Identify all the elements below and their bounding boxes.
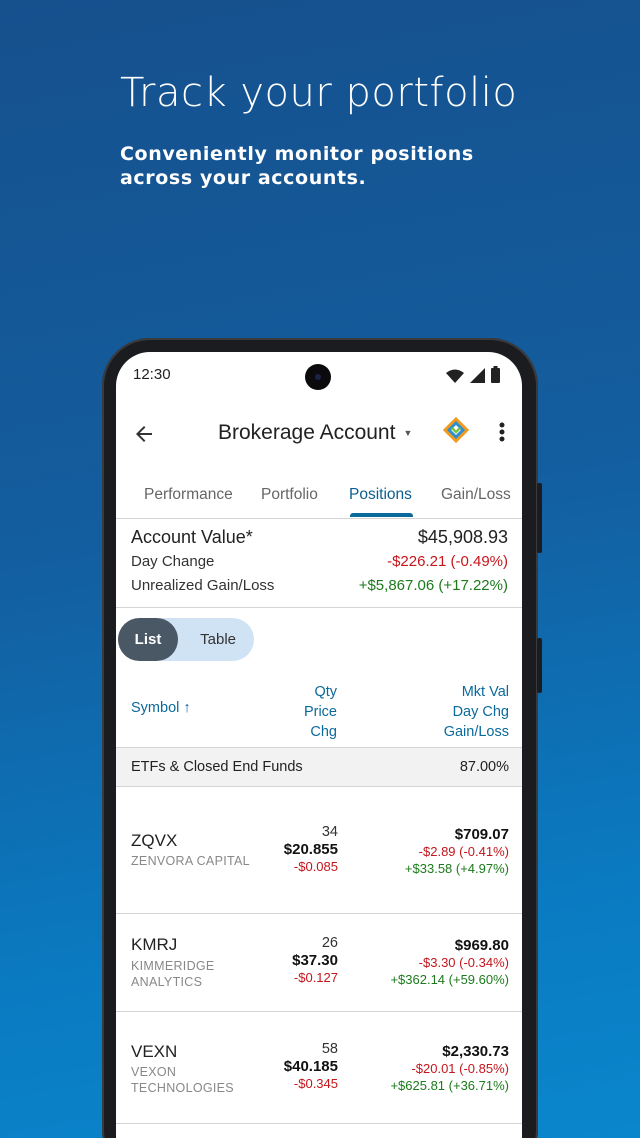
position-market-value: $2,330.73 — [442, 1043, 509, 1060]
group-name: ETFs & Closed End Funds — [131, 759, 303, 775]
position-name: VEXON TECHNOLOGIES — [131, 1064, 234, 1096]
account-value: $45,908.93 — [417, 527, 508, 547]
position-symbol: KMRJ — [131, 935, 178, 954]
day-change-value: -$226.21 (-0.49%) — [387, 553, 508, 570]
unrealized-gain-value: +$5,867.06 (+17.22%) — [358, 577, 508, 594]
position-qty: 58 — [321, 1041, 338, 1057]
gain-loss-header: Gain/Loss — [443, 724, 509, 740]
promo-subhead: Conveniently monitor positions across yo… — [120, 143, 474, 189]
status-bar: 12:30 — [116, 352, 522, 398]
position-name-line: ANALYTICS — [131, 975, 203, 989]
tab-performance[interactable]: Performance — [144, 486, 233, 504]
day-change-label: Day Change — [131, 553, 215, 570]
value-column-header[interactable]: Mkt Val Day Chg Gain/Loss — [444, 682, 509, 742]
position-price-change: -$0.345 — [293, 1076, 338, 1091]
position-price: $40.185 — [283, 1058, 338, 1075]
chg-header: Chg — [310, 724, 337, 740]
account-title: Brokerage Account — [218, 421, 396, 444]
status-icons — [446, 366, 500, 383]
front-camera — [305, 364, 331, 390]
group-weight: 87.00% — [459, 759, 509, 775]
signal-icon — [470, 368, 485, 383]
position-name: ZENVORA CAPITAL — [131, 854, 250, 868]
position-market-value: $969.80 — [454, 937, 509, 954]
qty-header: Qty — [314, 684, 337, 700]
account-selector[interactable]: Brokerage Account ▼ — [218, 421, 412, 445]
more-options-icon[interactable] — [495, 420, 509, 446]
battery-icon — [491, 366, 500, 383]
qty-price-column-header[interactable]: Qty Price Chg — [304, 682, 337, 742]
group-header-etfs[interactable]: ETFs & Closed End Funds 87.00% — [116, 748, 522, 787]
day-chg-header: Day Chg — [452, 704, 509, 720]
position-gain-loss: +$362.14 (+59.60%) — [390, 972, 509, 987]
position-name: KIMMERIDGE ANALYTICS — [131, 958, 215, 990]
account-summary: Account Value* $45,908.93 Day Change -$2… — [116, 519, 522, 608]
position-row[interactable]: VEXN VEXON TECHNOLOGIES 58 $40.185 -$0.3… — [116, 1012, 522, 1124]
position-price-change: -$0.085 — [293, 859, 338, 874]
position-name-line: TECHNOLOGIES — [131, 1081, 234, 1095]
brand-logo-icon[interactable] — [443, 417, 469, 443]
position-name-line: VEXON — [131, 1065, 177, 1079]
column-headers: Symbol ↑ Qty Price Chg Mkt Val Day Chg G… — [116, 668, 522, 748]
tab-portfolio[interactable]: Portfolio — [261, 486, 318, 504]
tab-gain-loss[interactable]: Gain/Loss — [441, 486, 511, 504]
mkt-val-header: Mkt Val — [461, 684, 509, 700]
list-view-button[interactable]: List — [118, 618, 178, 661]
status-time: 12:30 — [133, 366, 171, 383]
tab-positions[interactable]: Positions — [349, 486, 412, 504]
account-value-label: Account Value* — [131, 527, 253, 547]
symbol-column-header[interactable]: Symbol ↑ — [131, 700, 191, 716]
position-row[interactable]: ZQVX ZENVORA CAPITAL 34 $20.855 -$0.085 … — [116, 787, 522, 914]
view-toggle: Table List — [116, 608, 522, 668]
position-qty: 34 — [321, 824, 338, 840]
back-arrow-icon[interactable] — [132, 422, 156, 446]
position-gain-loss: +$625.81 (+36.71%) — [390, 1078, 509, 1093]
tab-active-indicator — [350, 513, 413, 517]
promo-headline: Track your portfolio — [120, 70, 518, 116]
position-day-change: -$2.89 (-0.41%) — [418, 844, 509, 859]
app-bar: Brokerage Account ▼ — [116, 398, 522, 468]
position-price: $20.855 — [283, 841, 338, 858]
position-day-change: -$3.30 (-0.34%) — [418, 955, 509, 970]
unrealized-gain-label: Unrealized Gain/Loss — [131, 577, 275, 594]
wifi-icon — [446, 369, 464, 383]
position-gain-loss: +$33.58 (+4.97%) — [404, 861, 509, 876]
position-symbol: ZQVX — [131, 831, 178, 850]
position-symbol: VEXN — [131, 1042, 178, 1061]
position-row[interactable]: KMRJ KIMMERIDGE ANALYTICS 26 $37.30 -$0.… — [116, 914, 522, 1012]
app-screen: 12:30 Brokerage Account ▼ Performance Po… — [116, 352, 522, 1138]
power-button — [537, 483, 542, 553]
price-header: Price — [303, 704, 337, 720]
volume-button — [537, 638, 542, 693]
position-price-change: -$0.127 — [293, 970, 338, 985]
symbol-header-label: Symbol — [131, 700, 180, 716]
position-qty: 26 — [321, 935, 338, 951]
position-price: $37.30 — [292, 952, 338, 969]
position-name-line: KIMMERIDGE — [131, 959, 215, 973]
sort-ascending-icon: ↑ — [183, 700, 191, 716]
caret-down-icon: ▼ — [403, 428, 413, 438]
position-market-value: $709.07 — [454, 826, 509, 843]
position-day-change: -$20.01 (-0.85%) — [411, 1061, 509, 1076]
tab-bar: Performance Portfolio Positions Gain/Los… — [116, 468, 522, 519]
